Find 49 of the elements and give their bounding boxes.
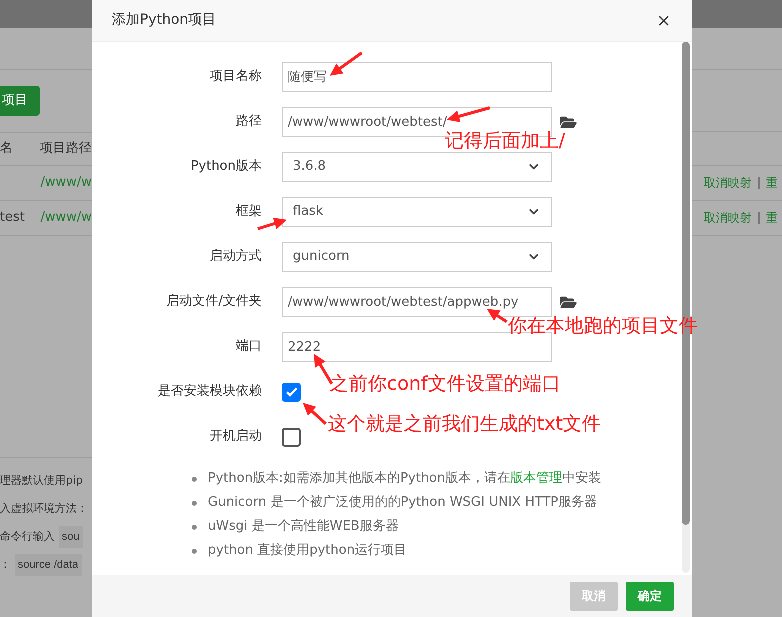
select-field[interactable]: flask: [282, 197, 552, 227]
help-text: ：: [0, 556, 11, 573]
text-field[interactable]: /www/wwwroot/webtest/appweb.py: [282, 287, 552, 317]
help-text: python 直接使用python运行项目: [208, 542, 408, 560]
annotation-arrow: [330, 52, 363, 76]
annotation-text: 之前你conf文件设置的端口: [330, 372, 561, 396]
field-label: 框架: [235, 203, 262, 222]
annotation-arrow: [258, 218, 287, 230]
unmap-link[interactable]: 取消映射: [704, 209, 752, 227]
table-cell: test: [0, 210, 25, 226]
dialog-title: 添加Python项目: [112, 11, 217, 30]
select-field[interactable]: 3.6.8: [282, 152, 552, 182]
text-field[interactable]: 随便写: [282, 62, 552, 92]
add-project-button[interactable]: 项目: [0, 86, 40, 116]
table-cell[interactable]: /www/w: [40, 208, 92, 228]
action-link[interactable]: 重: [766, 209, 778, 227]
field-label: 路径: [235, 113, 262, 132]
column-header: 名: [0, 140, 14, 158]
annotation-arrow: [487, 309, 508, 324]
annotation-text: 这个就是之前我们生成的txt文件: [328, 412, 602, 436]
field-label: 项目名称: [209, 68, 262, 86]
action-link[interactable]: 重: [766, 174, 778, 192]
check-icon: [284, 385, 298, 399]
checkbox[interactable]: [282, 428, 301, 446]
help-text: 理器默认使用pip: [0, 472, 84, 489]
annotation-arrow: [303, 403, 328, 426]
field-label: 端口: [235, 338, 262, 356]
folder-icon[interactable]: [560, 114, 577, 130]
help-text: Python版本:如需添加其他版本的Python版本，请在版本管理中安装: [208, 470, 602, 488]
table-cell[interactable]: /www/w: [40, 173, 92, 193]
annotation-arrow: [447, 106, 490, 122]
version-link[interactable]: 版本管理: [510, 471, 563, 486]
help-text: uWsgi 是一个高性能WEB服务器: [208, 518, 399, 536]
column-header: 项目路径: [40, 140, 92, 158]
field-label: 启动方式: [209, 248, 262, 266]
select-field[interactable]: gunicorn: [282, 242, 552, 272]
field-label: Python版本: [190, 158, 262, 176]
code-snippet: sou: [59, 526, 83, 548]
folder-icon[interactable]: [560, 294, 577, 310]
field-label: 是否安装模块依赖: [157, 383, 262, 402]
help-text: 入虚拟环境方法：: [0, 500, 88, 517]
checkbox[interactable]: [282, 382, 301, 402]
help-text: Gunicorn 是一个被广泛使用的的Python WSGI UNIX HTTP服务器: [208, 494, 598, 512]
unmap-link[interactable]: 取消映射: [704, 174, 752, 192]
confirm-button[interactable]: 确定: [626, 582, 674, 610]
field-label: 开机启动: [209, 428, 262, 446]
help-text: 命令行输入: [0, 528, 55, 545]
code-snippet: source /data: [15, 554, 82, 576]
field-label: 启动文件/文件夹: [166, 293, 262, 312]
